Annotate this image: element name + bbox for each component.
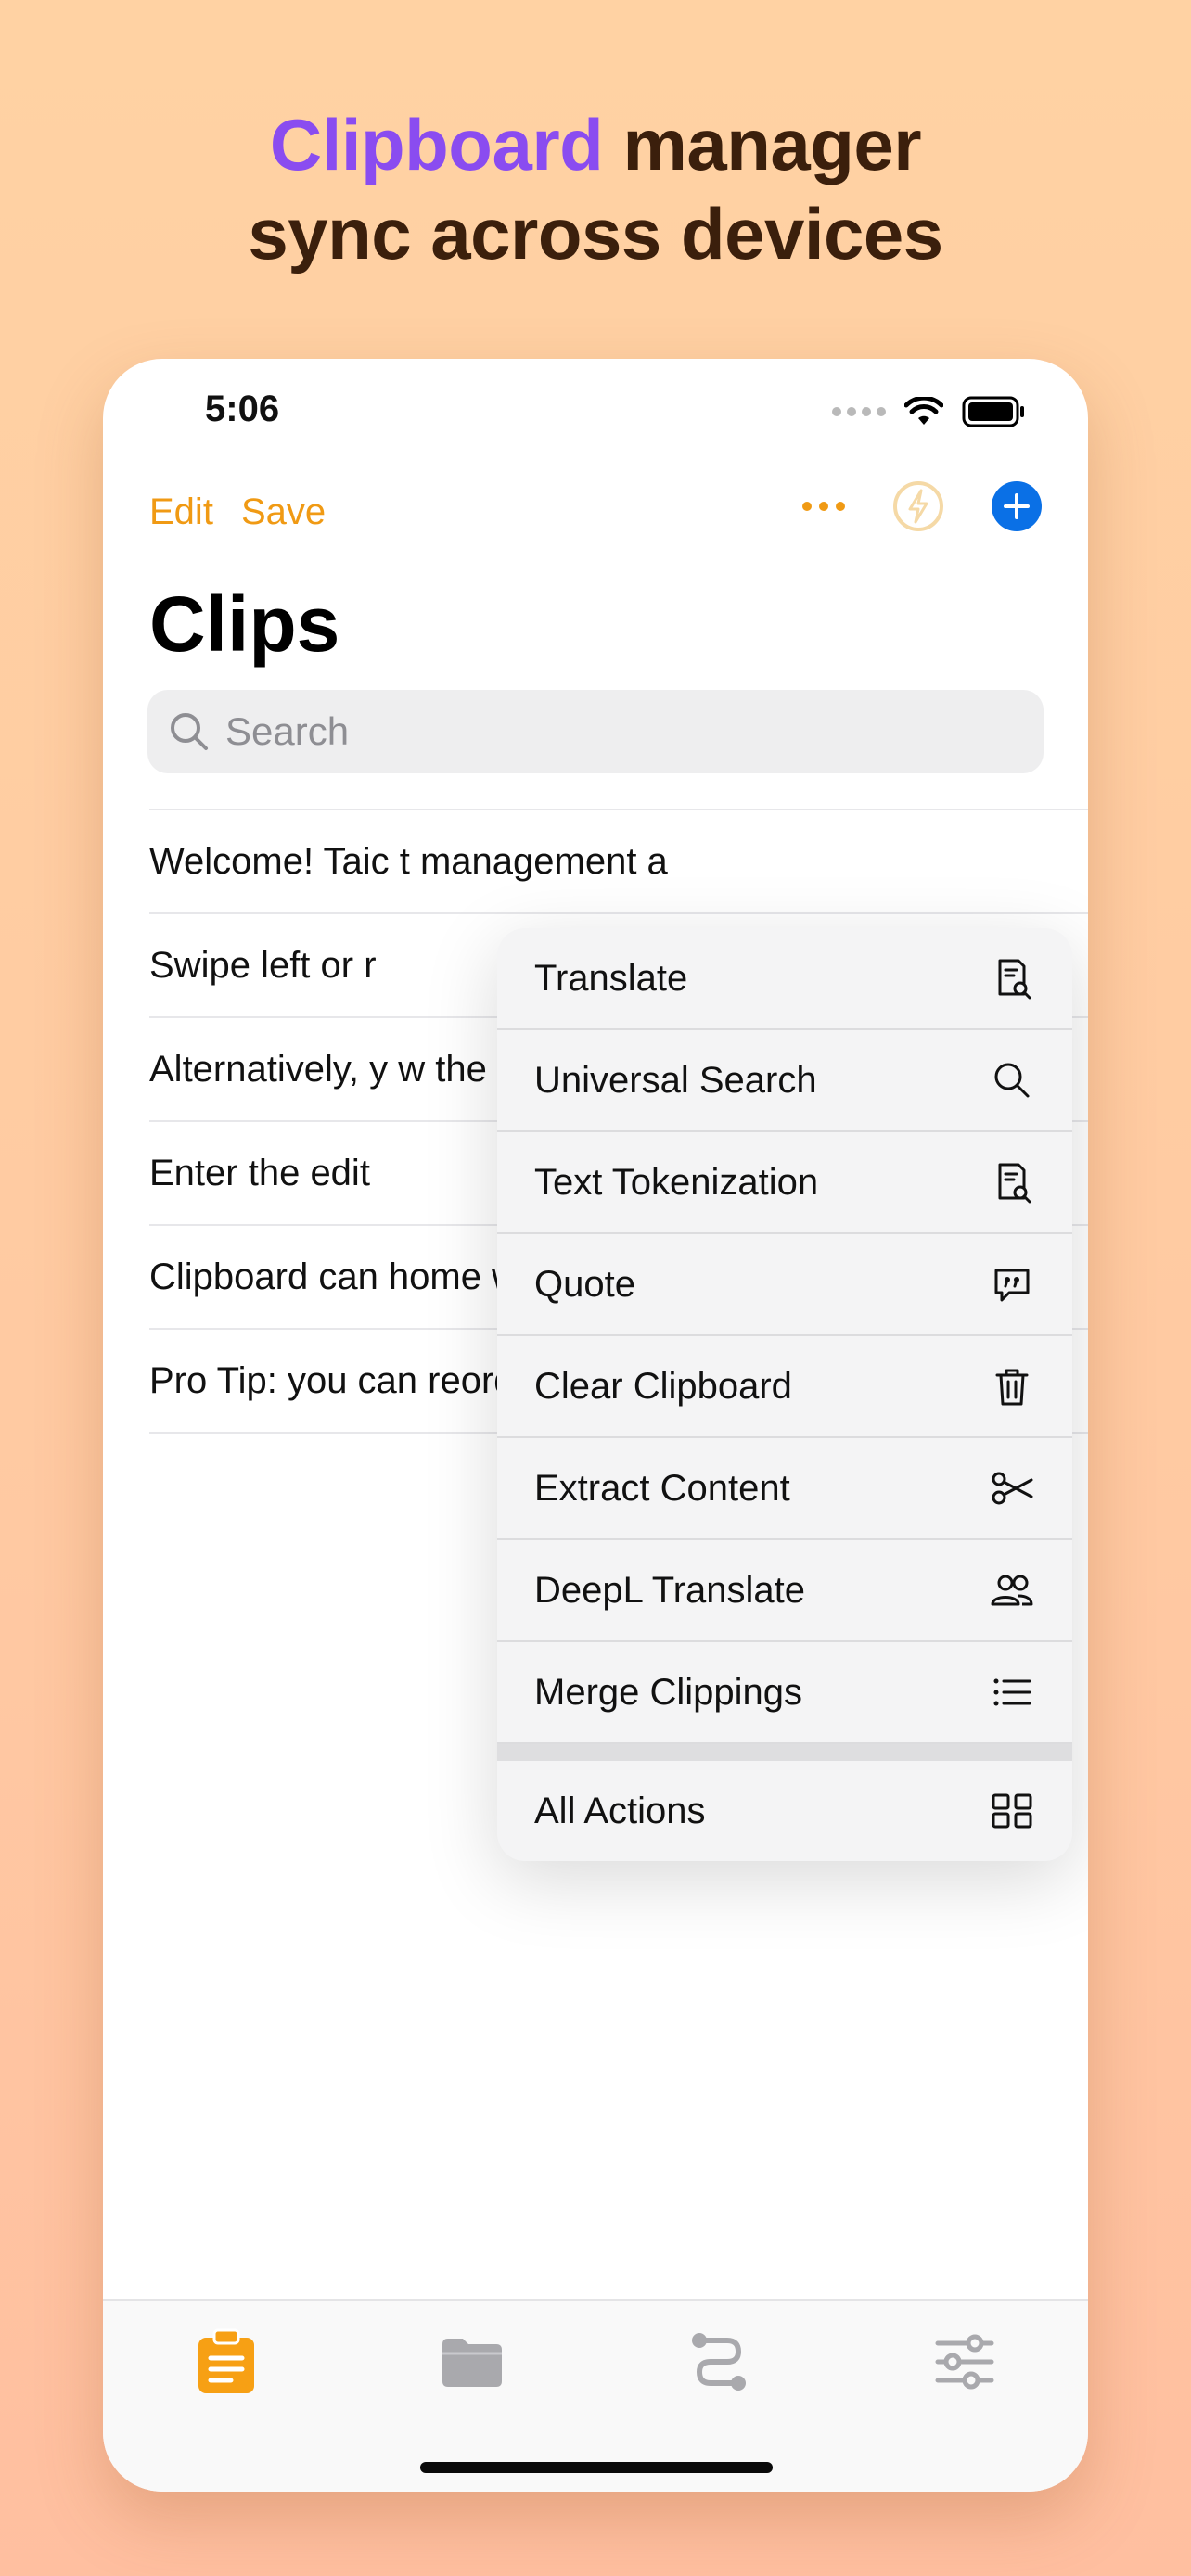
tab-clips[interactable]	[171, 2325, 282, 2399]
menu-item-label: Merge Clippings	[534, 1671, 803, 1713]
save-button[interactable]: Save	[241, 491, 326, 533]
page-title: Clips	[149, 580, 340, 668]
grid-icon	[992, 1793, 1032, 1829]
menu-item-translate[interactable]: Translate	[497, 928, 1072, 1030]
menu-item-merge-clippings[interactable]: Merge Clippings	[497, 1642, 1072, 1744]
route-icon	[691, 2333, 746, 2391]
menu-item-label: Text Tokenization	[534, 1161, 819, 1203]
menu-item-label: Universal Search	[534, 1059, 817, 1101]
headline-line2: sync across devices	[248, 193, 943, 274]
menu-item-universal-search[interactable]: Universal Search	[497, 1030, 1072, 1132]
nav-left: Edit Save	[149, 491, 326, 533]
quote-bubble-icon	[994, 1269, 1030, 1302]
sliders-icon	[935, 2334, 994, 2390]
menu-item-all-actions[interactable]: All Actions	[497, 1761, 1072, 1861]
menu-item-text-tokenization[interactable]: Text Tokenization	[497, 1132, 1072, 1234]
nav-right	[802, 479, 1042, 533]
phone-screen: 5:06 Edit Save Clips Search Welcome! Tai…	[103, 359, 1088, 2492]
list-icon	[993, 1678, 1031, 1706]
menu-separator	[497, 1744, 1072, 1761]
lightning-icon[interactable]	[891, 479, 945, 533]
folder-icon	[442, 2339, 503, 2387]
menu-item-extract-content[interactable]: Extract Content	[497, 1438, 1072, 1540]
tab-workflows[interactable]	[663, 2325, 775, 2399]
menu-item-label: Clear Clipboard	[534, 1365, 792, 1407]
doc-magnify-icon	[998, 959, 1031, 1000]
menu-item-label: Extract Content	[534, 1467, 790, 1509]
tab-bar	[103, 2299, 1088, 2492]
home-indicator	[420, 2462, 773, 2473]
search-placeholder: Search	[225, 709, 350, 753]
scissors-icon	[992, 1472, 1033, 1505]
people-icon	[991, 1575, 1033, 1606]
menu-item-label: All Actions	[534, 1790, 706, 1831]
plus-icon	[1004, 493, 1030, 519]
tab-folders[interactable]	[416, 2325, 528, 2399]
menu-item-clear-clipboard[interactable]: Clear Clipboard	[497, 1336, 1072, 1438]
signal-dots-icon	[832, 407, 886, 416]
status-time: 5:06	[205, 389, 280, 429]
edit-button[interactable]: Edit	[149, 491, 213, 533]
menu-item-deepl-translate[interactable]: DeepL Translate	[497, 1540, 1072, 1642]
menu-item-label: DeepL Translate	[534, 1569, 806, 1611]
search-icon	[171, 713, 208, 750]
list-item[interactable]: Welcome! Taic t management a	[149, 809, 1088, 912]
clipboard-icon	[198, 2328, 254, 2393]
wifi-icon	[904, 397, 943, 425]
status-icons	[832, 396, 1027, 427]
menu-item-quote[interactable]: Quote	[497, 1234, 1072, 1336]
add-button[interactable]	[992, 481, 1042, 531]
actions-menu: Translate Universal Search Text Tokeniza…	[497, 928, 1072, 1861]
more-icon[interactable]	[802, 502, 845, 511]
battery-icon	[962, 396, 1024, 427]
menu-item-label: Translate	[534, 957, 688, 999]
headline: Clipboard manager sync across devices	[0, 100, 1191, 278]
headline-accent: Clipboard	[269, 104, 604, 185]
tab-settings[interactable]	[909, 2325, 1020, 2399]
menu-item-label: Quote	[534, 1263, 635, 1305]
search-icon	[994, 1063, 1030, 1098]
trash-icon	[995, 1369, 1029, 1406]
headline-rest: manager	[603, 104, 922, 185]
search-bar[interactable]: Search	[147, 690, 1044, 773]
doc-magnify-icon	[998, 1163, 1031, 1204]
